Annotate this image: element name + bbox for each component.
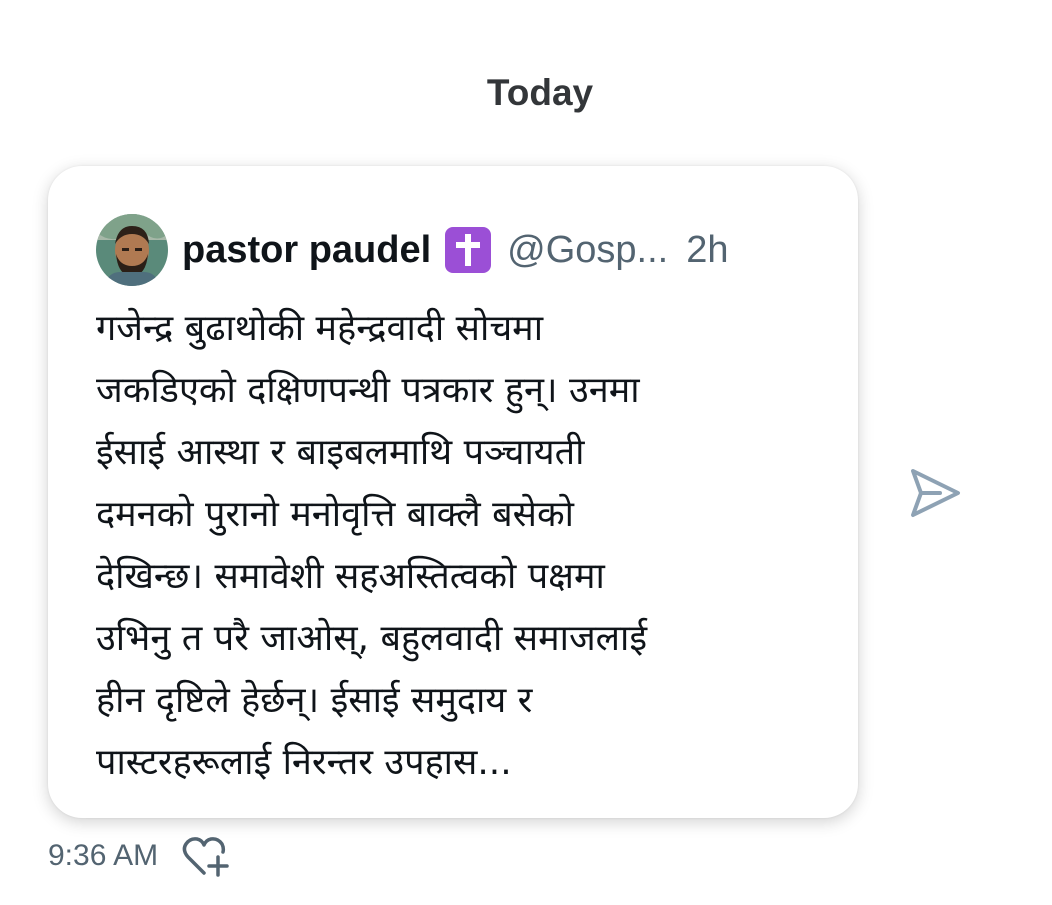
author-handle[interactable]: @Gosp... (507, 229, 668, 272)
post-text-line: पास्टरहरूलाई निरन्तर उपहास... (96, 742, 512, 783)
post-text-line: देखिन्छ। समावेशी सहअस्तित्वको पक्षमा (96, 556, 605, 597)
post-time-ago: 2h (686, 228, 729, 271)
post-text-line: ईसाई आस्था र बाइबलमाथि पञ्चायती (96, 432, 585, 473)
date-divider: Today (486, 72, 594, 113)
send-icon[interactable] (906, 464, 964, 522)
dm-conversation: Today pastor paudel @Gosp... 2h गजेन्द्र… (0, 0, 1052, 905)
heart-plus-icon[interactable] (182, 835, 232, 877)
latin-cross-icon (445, 227, 492, 273)
post-text-line: दमनको पुरानो मनोवृत्ति बाक्लै बसेको (96, 494, 574, 535)
post-text-line: जकडिएको दक्षिणपन्थी पत्रकार हुन्। उनमा (96, 370, 640, 411)
author-name[interactable]: pastor paudel (182, 229, 431, 272)
quoted-post-header: pastor paudel @Gosp... 2h (96, 214, 729, 286)
quoted-post-card[interactable]: pastor paudel @Gosp... 2h गजेन्द्र बुढाथ… (48, 166, 858, 818)
post-text-line: गजेन्द्र बुढाथोकी महेन्द्रवादी सोचमा (96, 308, 544, 349)
quoted-post-text: गजेन्द्र बुढाथोकी महेन्द्रवादी सोचमा जकड… (96, 298, 796, 794)
message-meta: 9:36 AM (48, 834, 232, 878)
post-text-line: उभिनु त परै जाओस्, बहुलवादी समाजलाई (96, 618, 648, 659)
post-text-line: हीन दृष्टिले हेर्छन्। ईसाई समुदाय र (96, 680, 533, 721)
avatar[interactable] (96, 214, 168, 286)
message-timestamp: 9:36 AM (48, 839, 159, 872)
